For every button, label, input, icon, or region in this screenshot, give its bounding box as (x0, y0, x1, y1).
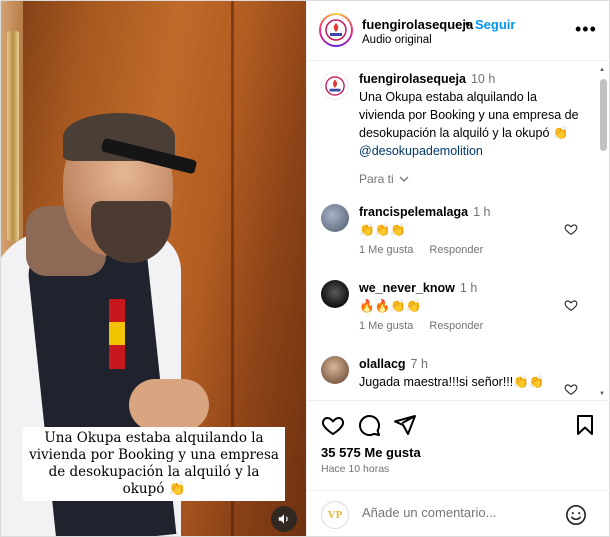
like-comment-heart-icon[interactable] (564, 222, 578, 236)
scroll-down-arrow-icon[interactable]: ▼ (599, 391, 605, 397)
shirt-flag (109, 299, 125, 369)
author-avatar-logo (321, 15, 351, 45)
comments-list[interactable]: fuengirolasequeja 10 h Una Okupa estaba a… (307, 62, 610, 400)
like-comment-heart-icon[interactable] (564, 382, 578, 396)
save-bookmark-icon[interactable] (573, 413, 597, 437)
post-header: fuengirolasequeja • Seguir Audio origina… (307, 1, 610, 61)
comment-time: 7 h (410, 357, 428, 371)
caption-username-text[interactable]: fuengirolasequeja (359, 72, 466, 86)
mute-button[interactable] (271, 506, 297, 532)
comment-text: 🔥🔥👏👏 (359, 299, 422, 313)
comment-username[interactable]: olallacg 7 h (359, 357, 428, 371)
more-options-icon[interactable]: ••• (575, 19, 597, 40)
share-send-icon[interactable] (393, 413, 417, 437)
translate-toggle[interactable]: Para ti (359, 172, 409, 186)
comment-meta: 1 Me gusta Responder (359, 320, 499, 332)
scroll-thumb[interactable] (600, 79, 607, 151)
caption-text: Una Okupa estaba alquilando la vivienda … (359, 88, 584, 160)
comments-scrollbar[interactable]: ▲ ▼ (599, 67, 607, 397)
person-hands (129, 379, 209, 431)
post-timestamp[interactable]: Hace 10 horas (321, 463, 389, 475)
add-comment-input[interactable] (362, 505, 542, 520)
add-comment-bar: VP (307, 490, 610, 536)
comment-username[interactable]: francispelemalaga 1 h (359, 205, 490, 219)
caption-time: 10 h (470, 72, 496, 86)
translate-label: Para ti (359, 172, 394, 186)
commenter-avatar[interactable] (321, 280, 349, 308)
caption-username[interactable]: fuengirolasequeja 10 h (359, 72, 495, 86)
comment-username-text[interactable]: we_never_know (359, 281, 455, 295)
comment-username-text[interactable]: olallacg (359, 357, 406, 371)
comment-likes[interactable]: 1 Me gusta (359, 244, 413, 256)
emoji-smiley-icon[interactable] (565, 504, 587, 526)
caption-body: Una Okupa estaba alquilando la vivienda … (359, 90, 579, 140)
caption-mention[interactable]: @desokupademolition (359, 144, 483, 158)
audio-label[interactable]: Audio original (362, 34, 432, 46)
reply-button[interactable]: Responder (429, 244, 483, 256)
like-heart-icon[interactable] (321, 413, 345, 437)
comment-likes[interactable]: 1 Me gusta (359, 320, 413, 332)
door-hinge (7, 31, 19, 241)
speaker-icon (278, 514, 288, 524)
reply-button[interactable]: Responder (429, 320, 483, 332)
comment-bubble-icon[interactable] (357, 413, 381, 437)
caption-author-avatar[interactable] (321, 72, 349, 100)
separator-dot: • (465, 16, 470, 31)
commenter-avatar[interactable] (321, 356, 349, 384)
post-actions: 35 575 Me gusta Hace 10 horas (307, 400, 610, 490)
comment-text: Jugada maestra!!!si señor!!!👏👏 (359, 375, 545, 389)
comment-meta: 1 Me gusta Responder (359, 244, 499, 256)
comment-username-text[interactable]: francispelemalaga (359, 205, 468, 219)
comment-text: 👏👏👏 (359, 223, 406, 237)
comment-time: 1 h (473, 205, 491, 219)
comment-time: 1 h (459, 281, 478, 295)
like-comment-heart-icon[interactable] (564, 298, 578, 312)
author-username[interactable]: fuengirolasequeja (362, 17, 473, 32)
chevron-down-icon (399, 176, 409, 182)
comment-username[interactable]: we_never_know 1 h (359, 281, 477, 295)
scroll-up-arrow-icon[interactable]: ▲ (599, 67, 605, 73)
author-avatar[interactable] (319, 13, 353, 47)
post-side-panel: fuengirolasequeja • Seguir Audio origina… (306, 1, 610, 536)
follow-button[interactable]: Seguir (475, 17, 515, 32)
post-video[interactable]: Una Okupa estaba alquilando la vivienda … (1, 1, 306, 536)
current-user-avatar[interactable]: VP (321, 501, 349, 529)
likes-count[interactable]: 35 575 Me gusta (321, 445, 421, 460)
video-caption-overlay: Una Okupa estaba alquilando la vivienda … (23, 427, 285, 501)
commenter-avatar[interactable] (321, 204, 349, 232)
